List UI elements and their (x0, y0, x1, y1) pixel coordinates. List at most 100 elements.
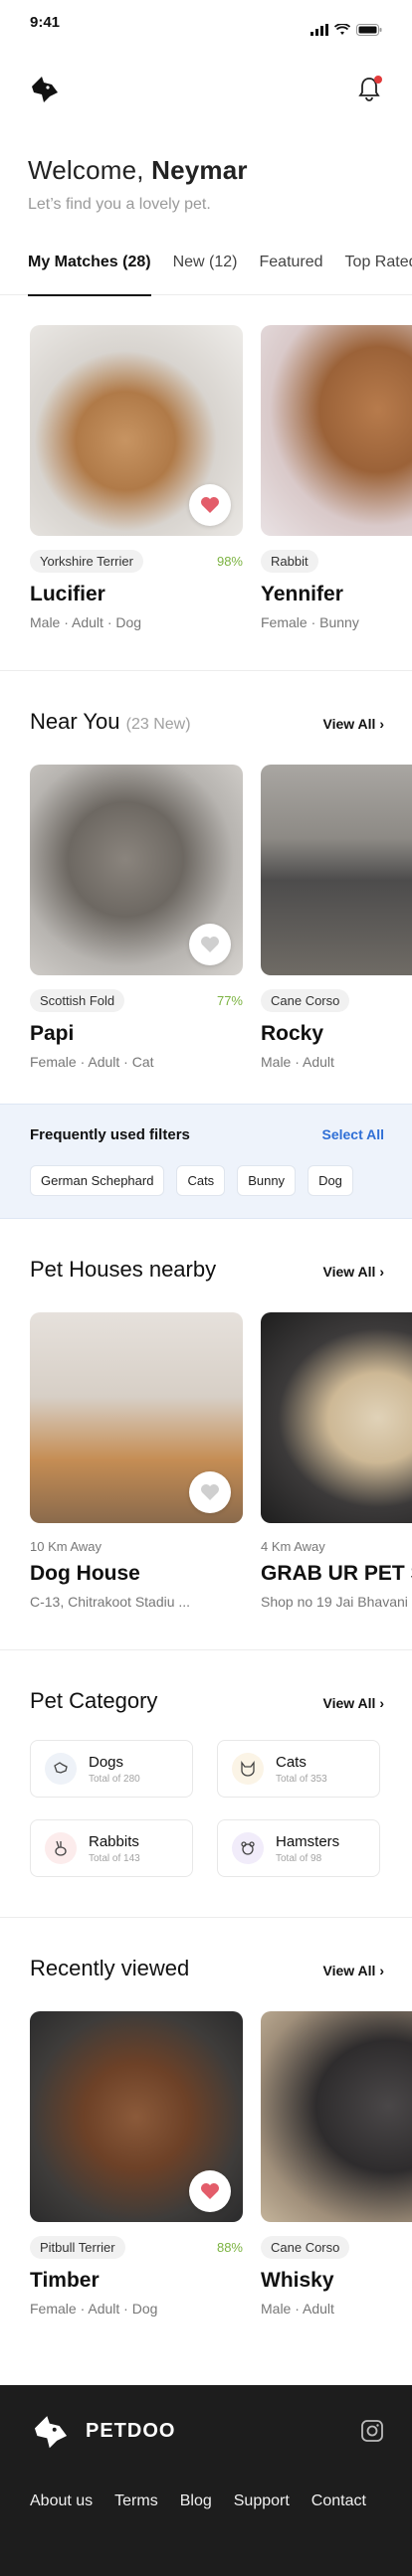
pet-details: Male · Adult (261, 1054, 334, 1070)
pet-card[interactable]: Cane Corso Rocky Male · Adult (261, 765, 412, 1070)
near-you-title: Near You (30, 709, 120, 734)
welcome-greeting: Welcome, (28, 155, 152, 185)
tab-featured[interactable]: Featured (260, 254, 323, 295)
frequent-filters: Frequently used filters Select All Germa… (0, 1104, 412, 1219)
brand-name: PETDOO (86, 2419, 176, 2442)
pet-house-card[interactable]: 10 Km Away Dog House C-13, Chitrakoot St… (30, 1312, 243, 1610)
footer-links: About us Terms Blog Support Contact (30, 2492, 384, 2510)
footer-link-terms[interactable]: Terms (114, 2492, 158, 2510)
pet-details: Female · Adult · Cat (30, 1054, 154, 1070)
filter-chip[interactable]: Dog (308, 1165, 353, 1196)
filters-header: Frequently used filters Select All (30, 1126, 384, 1143)
category-total: Total of 143 (89, 1852, 140, 1864)
hamster-icon (232, 1832, 264, 1864)
footer-link-support[interactable]: Support (234, 2492, 290, 2510)
tab-bar: My Matches (28) New (12) Featured Top Ra… (0, 254, 412, 296)
category-text: Hamsters Total of 98 (276, 1833, 339, 1864)
view-all-label: View All (322, 1695, 376, 1711)
heart-icon (201, 497, 219, 513)
footer-link-about[interactable]: About us (30, 2492, 93, 2510)
view-all-label: View All (322, 716, 376, 732)
footer-brand[interactable]: PETDOO (30, 2411, 175, 2451)
category-dogs[interactable]: Dogs Total of 280 (30, 1740, 193, 1798)
house-address: C-13, Chitrakoot Stadiu ... (30, 1594, 191, 1610)
pet-houses-header: Pet Houses nearby View All › (0, 1257, 412, 1283)
house-distance: 10 Km Away (30, 1539, 103, 1554)
cat-icon (232, 1753, 264, 1785)
house-name: Dog House (30, 1562, 140, 1585)
footer-link-blog[interactable]: Blog (180, 2492, 212, 2510)
favorite-button[interactable] (189, 1471, 231, 1513)
pet-photo (261, 765, 412, 975)
app-header (0, 46, 412, 131)
view-all-link[interactable]: View All › (323, 1963, 384, 1978)
category-header: Pet Category View All › (0, 1688, 412, 1714)
pet-meta: Scottish Fold 77% (30, 989, 243, 1012)
status-icons (310, 14, 382, 46)
section-divider (0, 670, 412, 671)
section-divider (0, 1917, 412, 1918)
footer-link-contact[interactable]: Contact (311, 2492, 366, 2510)
footer-top: PETDOO (30, 2411, 384, 2451)
pet-name: Timber (30, 2269, 100, 2292)
category-hamsters[interactable]: Hamsters Total of 98 (217, 1819, 380, 1877)
logo-icon (34, 2416, 68, 2449)
pet-card[interactable]: Yorkshire Terrier 98% Lucifier Male · Ad… (30, 325, 243, 630)
near-you-count: (23 New) (125, 716, 191, 733)
favorite-button[interactable] (189, 924, 231, 965)
pet-photo (261, 2011, 412, 2222)
favorite-button[interactable] (189, 484, 231, 526)
category-name: Hamsters (276, 1832, 340, 1850)
breed-chip: Cane Corso (261, 989, 350, 1012)
match-percent: 77% (216, 993, 243, 1008)
house-address: Shop no 19 Jai Bhavani (261, 1594, 408, 1610)
rabbit-icon (45, 1832, 77, 1864)
heart-icon (201, 2183, 219, 2199)
tab-my-matches[interactable]: My Matches (28) (28, 254, 151, 296)
pet-meta: Rabbit (261, 550, 412, 573)
tab-new[interactable]: New (12) (173, 254, 238, 295)
pet-meta: Cane Corso (261, 2236, 412, 2259)
heart-icon (201, 937, 219, 952)
select-all-button[interactable]: Select All (321, 1126, 384, 1143)
category-rabbits[interactable]: Rabbits Total of 143 (30, 1819, 193, 1877)
view-all-link[interactable]: View All › (323, 1264, 384, 1280)
welcome-section: Welcome, Neymar Let’s find you a lovely … (0, 131, 412, 214)
pet-card[interactable]: Scottish Fold 77% Papi Female · Adult · … (30, 765, 243, 1070)
pet-card[interactable]: Rabbit Yennifer Female · Bunny (261, 325, 412, 630)
section-divider (0, 1649, 412, 1650)
filters-title: Frequently used filters (30, 1126, 190, 1143)
notifications-button[interactable] (354, 74, 384, 103)
view-all-link[interactable]: View All › (323, 716, 384, 732)
pet-meta: Cane Corso (261, 989, 412, 1012)
pet-house-card[interactable]: 4 Km Away GRAB UR PET SHOP Shop no 19 Ja… (261, 1312, 412, 1610)
status-time: 9:41 (30, 14, 61, 31)
filter-chip[interactable]: German Schephard (30, 1165, 165, 1196)
favorite-button[interactable] (189, 2170, 231, 2212)
logo-icon[interactable] (28, 73, 62, 104)
pet-card[interactable]: Cane Corso Whisky Male · Adult (261, 2011, 412, 2317)
category-cats[interactable]: Cats Total of 353 (217, 1740, 380, 1798)
category-grid: Dogs Total of 280 Cats Total of 353 Rabb… (0, 1740, 412, 1877)
footer: PETDOO About us Terms Blog Support Conta… (0, 2385, 412, 2576)
view-all-link[interactable]: View All › (323, 1695, 384, 1711)
status-bar: 9:41 (0, 0, 412, 46)
tab-top-rated[interactable]: Top Rated (345, 254, 412, 295)
pet-name: Papi (30, 1022, 75, 1045)
notification-dot (374, 76, 382, 84)
pet-details: Male · Adult · Dog (30, 614, 142, 630)
pet-house-photo (30, 1312, 243, 1523)
pet-photo (30, 2011, 243, 2222)
instagram-icon[interactable] (360, 2419, 384, 2443)
filter-chip[interactable]: Bunny (237, 1165, 297, 1196)
wifi-icon (334, 24, 350, 35)
filter-chip-list: German Schephard Cats Bunny Dog (30, 1165, 384, 1196)
filter-chip[interactable]: Cats (176, 1165, 226, 1196)
user-name: Neymar (151, 155, 248, 185)
pet-name: Rocky (261, 1022, 324, 1045)
pet-name: Yennifer (261, 583, 343, 605)
category-text: Dogs Total of 280 (89, 1754, 140, 1785)
breed-chip: Cane Corso (261, 2236, 350, 2259)
category-title: Pet Category (30, 1688, 158, 1713)
pet-card[interactable]: Pitbull Terrier 88% Timber Female · Adul… (30, 2011, 243, 2317)
